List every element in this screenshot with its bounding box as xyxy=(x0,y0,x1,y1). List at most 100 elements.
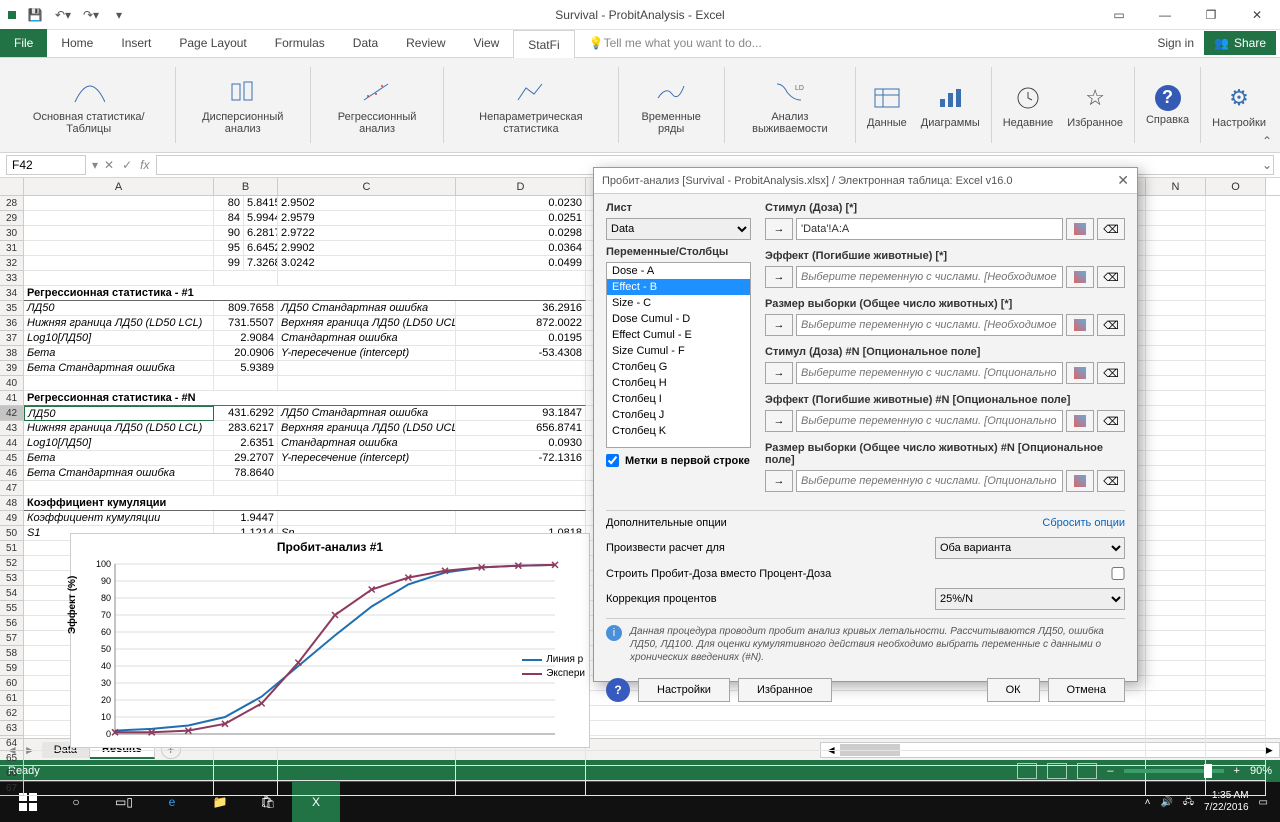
tray-volume-icon[interactable]: 🔊 xyxy=(1160,797,1172,808)
row-headers[interactable]: 2829303132333435363738394041424344454647… xyxy=(0,196,24,738)
zoom-slider[interactable] xyxy=(1124,769,1224,773)
close-button[interactable]: ✕ xyxy=(1234,0,1280,30)
f2-assign[interactable]: → xyxy=(765,266,793,288)
f6-clear[interactable]: ⌫ xyxy=(1097,470,1125,492)
title-bar: 💾 ↶▾ ↷▾ ▾ Survival - ProbitAnalysis - Ex… xyxy=(0,0,1280,30)
ribbon-recent[interactable]: Недавние xyxy=(997,62,1060,148)
correction-select[interactable]: 25%/N xyxy=(935,588,1125,610)
f4-pick[interactable] xyxy=(1066,362,1094,384)
action-center-icon[interactable]: ▭ xyxy=(1259,797,1268,808)
accept-formula-icon[interactable]: ✓ xyxy=(122,158,132,172)
var-item[interactable]: Dose Cumul - D xyxy=(607,311,750,327)
fx-icon[interactable]: fx xyxy=(140,158,149,172)
dialog-help-button[interactable]: ? xyxy=(606,678,630,702)
signin-link[interactable]: Sign in xyxy=(1157,36,1194,50)
svg-text:70: 70 xyxy=(101,610,111,620)
f2-input[interactable] xyxy=(796,266,1063,288)
f1-clear[interactable]: ⌫ xyxy=(1097,218,1125,240)
f1-assign[interactable]: → xyxy=(765,218,793,240)
f6-pick[interactable] xyxy=(1066,470,1094,492)
f5-assign[interactable]: → xyxy=(765,410,793,432)
undo-icon[interactable]: ↶▾ xyxy=(54,6,72,24)
name-box[interactable]: F42 xyxy=(6,155,86,175)
expand-formula-icon[interactable]: ⌄ xyxy=(1262,158,1272,172)
ribbon-anova[interactable]: Дисперсионный анализ xyxy=(180,62,305,148)
reset-options-link[interactable]: Сбросить опции xyxy=(1042,517,1125,529)
tab-statfi[interactable]: StatFi xyxy=(513,30,574,58)
tab-view[interactable]: View xyxy=(460,29,514,57)
ribbon-charts[interactable]: Диаграммы xyxy=(915,62,986,148)
sheet-select[interactable]: Data xyxy=(606,218,751,240)
svg-text:50: 50 xyxy=(101,644,111,654)
f4-clear[interactable]: ⌫ xyxy=(1097,362,1125,384)
variables-listbox[interactable]: Dose - AEffect - BSize - CDose Cumul - D… xyxy=(606,262,751,448)
ribbon-help[interactable]: ?Справка xyxy=(1140,62,1195,148)
var-item[interactable]: Effect Cumul - E xyxy=(607,327,750,343)
f4-input[interactable] xyxy=(796,362,1063,384)
tab-formulas[interactable]: Formulas xyxy=(261,29,339,57)
tab-file[interactable]: File xyxy=(0,29,47,57)
dialog-ok-button[interactable]: ОК xyxy=(987,678,1040,702)
var-item[interactable]: Столбец J xyxy=(607,407,750,423)
var-item[interactable]: Effect - B xyxy=(607,279,750,295)
tab-data[interactable]: Data xyxy=(339,29,392,57)
ribbon-regression[interactable]: Регрессионный анализ xyxy=(316,62,438,148)
f4-assign[interactable]: → xyxy=(765,362,793,384)
f2-pick[interactable] xyxy=(1066,266,1094,288)
tab-review[interactable]: Review xyxy=(392,29,459,57)
tab-home[interactable]: Home xyxy=(47,29,107,57)
share-button[interactable]: 👥 Share xyxy=(1204,31,1276,55)
qat-customize-icon[interactable]: ▾ xyxy=(110,6,128,24)
label-sheet: Лист xyxy=(606,202,751,214)
f6-input[interactable] xyxy=(796,470,1063,492)
ribbon-data[interactable]: Данные xyxy=(861,62,913,148)
var-item[interactable]: Столбец K xyxy=(607,423,750,439)
f5-clear[interactable]: ⌫ xyxy=(1097,410,1125,432)
save-icon[interactable]: 💾 xyxy=(26,6,44,24)
select-all-corner[interactable] xyxy=(0,178,24,195)
dialog-favorite-button[interactable]: Избранное xyxy=(738,678,832,702)
tray-up-icon[interactable]: ˄ xyxy=(1145,797,1151,808)
ribbon-nonparam[interactable]: Непараметрическая статистика xyxy=(449,62,613,148)
var-item[interactable]: Столбец G xyxy=(607,359,750,375)
f2-clear[interactable]: ⌫ xyxy=(1097,266,1125,288)
probit-dose-checkbox[interactable] xyxy=(1111,567,1125,580)
f3-assign[interactable]: → xyxy=(765,314,793,336)
ribbon-options-icon[interactable]: ▭ xyxy=(1096,0,1142,30)
f3-pick[interactable] xyxy=(1066,314,1094,336)
chart-probit[interactable]: Пробит-анализ #1 Эффект (%) 010203040506… xyxy=(70,533,590,748)
var-item[interactable]: Size Cumul - F xyxy=(607,343,750,359)
dialog-cancel-button[interactable]: Отмена xyxy=(1048,678,1125,702)
f5-input[interactable] xyxy=(796,410,1063,432)
f3-input[interactable] xyxy=(796,314,1063,336)
calc-for-select[interactable]: Оба варианта xyxy=(935,537,1125,559)
redo-icon[interactable]: ↷▾ xyxy=(82,6,100,24)
svg-text:90: 90 xyxy=(101,576,111,586)
var-item[interactable]: Столбец H xyxy=(607,375,750,391)
cancel-formula-icon[interactable]: ✕ xyxy=(104,158,114,172)
restore-button[interactable]: ❐ xyxy=(1188,0,1234,30)
f6-assign[interactable]: → xyxy=(765,470,793,492)
dialog-title: Пробит-анализ [Survival - ProbitAnalysis… xyxy=(594,168,1137,194)
ribbon-favorites[interactable]: ☆Избранное xyxy=(1061,62,1129,148)
f5-pick[interactable] xyxy=(1066,410,1094,432)
tab-page-layout[interactable]: Page Layout xyxy=(165,29,260,57)
f1-pick[interactable] xyxy=(1066,218,1094,240)
var-item[interactable]: Size - C xyxy=(607,295,750,311)
labels-first-row-checkbox[interactable]: Метки в первой строке xyxy=(606,454,751,467)
tell-me[interactable]: 💡 Tell me what you want to do... xyxy=(575,29,776,57)
var-item[interactable]: Dose - A xyxy=(607,263,750,279)
f3-clear[interactable]: ⌫ xyxy=(1097,314,1125,336)
svg-text:0: 0 xyxy=(106,729,111,739)
tab-insert[interactable]: Insert xyxy=(107,29,165,57)
ribbon-timeseries[interactable]: Временные ряды xyxy=(624,62,719,148)
ribbon-basic-stats[interactable]: Основная статистика/ Таблицы xyxy=(8,62,170,148)
tray-network-icon[interactable]: 🖧 xyxy=(1183,794,1194,811)
collapse-ribbon-icon[interactable]: ⌃ xyxy=(1262,134,1272,148)
ribbon-survival[interactable]: LDАнализ выживаемости xyxy=(730,62,850,148)
f1-input[interactable] xyxy=(796,218,1063,240)
dialog-close-button[interactable]: ✕ xyxy=(1117,172,1129,189)
minimize-button[interactable]: — xyxy=(1142,0,1188,30)
var-item[interactable]: Столбец I xyxy=(607,391,750,407)
dialog-settings-button[interactable]: Настройки xyxy=(638,678,730,702)
